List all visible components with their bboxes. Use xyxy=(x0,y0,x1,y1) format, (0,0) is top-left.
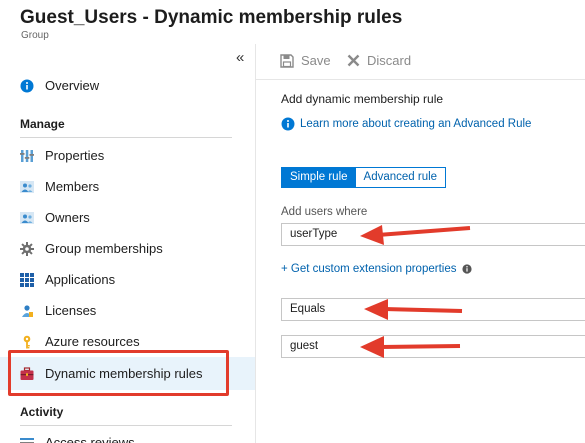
section-divider xyxy=(20,425,232,426)
sidebar-item-properties[interactable]: Properties xyxy=(0,140,255,171)
rule-mode-toggle: Simple rule Advanced rule xyxy=(281,167,447,188)
sidebar-item-access-reviews[interactable]: Access reviews xyxy=(0,427,255,443)
close-icon xyxy=(347,54,360,67)
sidebar-item-label: Applications xyxy=(45,272,116,287)
sidebar-item-licenses[interactable]: Licenses xyxy=(0,295,255,326)
sidebar-item-label: Group memberships xyxy=(45,241,163,256)
section-heading: Add dynamic membership rule xyxy=(281,92,444,106)
gear-icon xyxy=(20,241,34,256)
section-divider xyxy=(20,137,232,138)
custom-extension-link[interactable]: + Get custom extension properties xyxy=(281,263,473,275)
page-subtitle: Group xyxy=(21,30,49,41)
info-icon xyxy=(281,117,295,131)
key-icon xyxy=(20,335,34,349)
license-icon xyxy=(20,304,34,318)
members-icon xyxy=(20,180,34,194)
sidebar: « Overview Manage Properties Members Own… xyxy=(0,44,256,443)
page-title: Guest_Users - Dynamic membership rules xyxy=(20,7,403,28)
section-label-manage: Manage xyxy=(20,117,65,131)
learn-more-link[interactable]: Learn more about creating an Advanced Ru… xyxy=(281,117,531,131)
sidebar-item-applications[interactable]: Applications xyxy=(0,264,255,295)
tab-advanced-rule[interactable]: Advanced rule xyxy=(355,168,446,187)
annotation-highlight-box xyxy=(8,350,229,396)
properties-icon xyxy=(20,149,34,163)
add-users-label: Add users where xyxy=(281,206,368,218)
sidebar-item-label: Access reviews xyxy=(45,435,135,443)
annotation-arrow xyxy=(360,225,471,245)
sidebar-item-owners[interactable]: Owners xyxy=(0,202,255,233)
sidebar-item-members[interactable]: Members xyxy=(0,171,255,202)
sidebar-item-overview[interactable]: Overview xyxy=(0,70,255,101)
tab-simple-rule[interactable]: Simple rule xyxy=(282,168,356,187)
command-bar: Save Discard xyxy=(256,44,585,80)
collapse-sidebar-button[interactable]: « xyxy=(236,49,244,66)
sidebar-item-label: Members xyxy=(45,179,100,194)
discard-button[interactable]: Discard xyxy=(347,53,411,68)
owners-icon xyxy=(20,211,34,225)
save-label: Save xyxy=(301,53,331,68)
grid-icon xyxy=(20,272,34,287)
list-icon xyxy=(20,436,34,443)
sidebar-item-label: Owners xyxy=(45,210,90,225)
sidebar-item-label: Overview xyxy=(45,78,100,93)
save-button[interactable]: Save xyxy=(280,53,331,68)
annotation-arrow xyxy=(360,336,461,358)
custom-extension-text: + Get custom extension properties xyxy=(281,263,457,275)
info-icon xyxy=(462,264,473,274)
annotation-arrow xyxy=(364,299,463,320)
save-icon xyxy=(280,53,294,68)
section-label-activity: Activity xyxy=(20,405,64,419)
sidebar-item-group-memberships[interactable]: Group memberships xyxy=(0,233,255,264)
sidebar-item-label: Licenses xyxy=(45,303,97,318)
info-icon xyxy=(20,79,34,93)
sidebar-item-label: Azure resources xyxy=(45,334,140,349)
sidebar-item-label: Properties xyxy=(45,148,105,163)
blade-header: Guest_Users - Dynamic membership rules G… xyxy=(0,0,585,44)
discard-label: Discard xyxy=(367,53,412,68)
learn-more-text: Learn more about creating an Advanced Ru… xyxy=(300,118,532,130)
